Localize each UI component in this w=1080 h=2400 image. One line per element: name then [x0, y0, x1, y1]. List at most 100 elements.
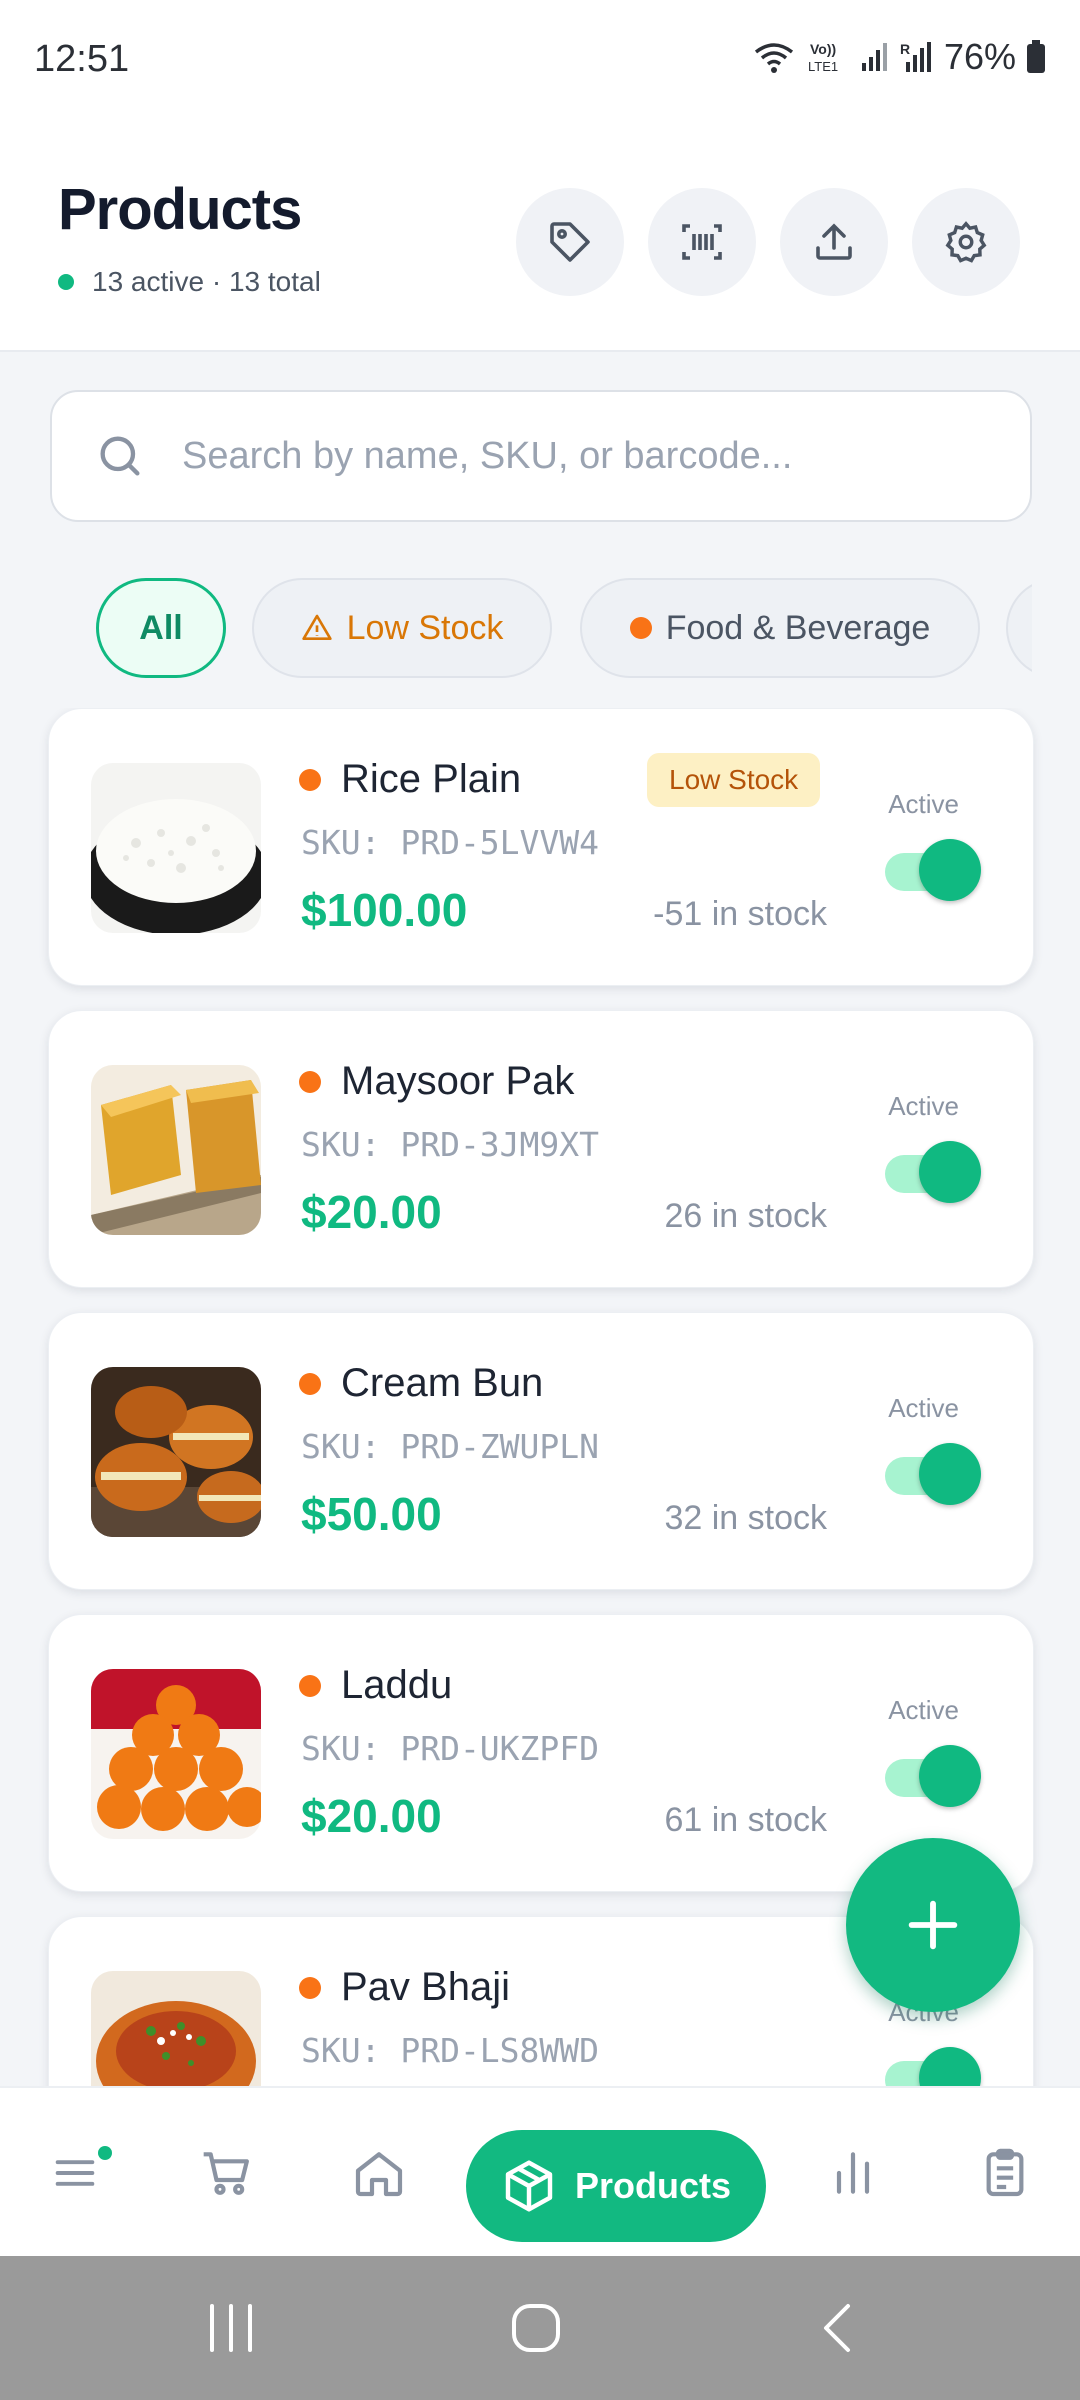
product-sku: SKU: PRD-3JM9XT [301, 1125, 600, 1164]
products-icon [505, 2160, 553, 2212]
search-icon [100, 436, 140, 476]
active-toggle[interactable] [885, 1745, 981, 1809]
product-image [91, 1065, 261, 1235]
battery-icon [1027, 40, 1045, 73]
nav-home[interactable] [334, 2128, 424, 2218]
filter-chip-label: All [139, 608, 183, 647]
category-dot [299, 1372, 321, 1395]
product-image [91, 1971, 261, 2086]
menu-icon [55, 2160, 95, 2186]
recents-icon[interactable] [204, 2298, 258, 2358]
filter-chip-label: Food & Beverage [665, 608, 931, 647]
nav-cart[interactable] [182, 2128, 272, 2218]
home-button-icon[interactable] [508, 2300, 564, 2356]
active-label: Active [888, 1695, 959, 1725]
barcode-scan-icon [682, 224, 722, 260]
product-name: Pav Bhaji [299, 1965, 510, 2010]
tags-button[interactable] [516, 188, 624, 296]
add-product-button[interactable] [846, 1838, 1020, 2012]
tag-icon [550, 222, 590, 262]
nav-products[interactable]: Products [466, 2130, 766, 2242]
search-bar[interactable]: Search by name, SKU, or barcode... [50, 390, 1032, 522]
product-sku: SKU: PRD-UKZPFD [301, 1729, 600, 1768]
product-sku: SKU: PRD-LS8WWD [301, 2031, 600, 2070]
system-nav-bar [0, 2256, 1080, 2400]
notification-dot [98, 2146, 112, 2160]
clipboard-icon [986, 2148, 1024, 2197]
active-toggle[interactable] [885, 839, 981, 903]
back-icon[interactable] [818, 2300, 858, 2356]
status-icons: Vo)) LTE1 R 76% [752, 36, 1046, 78]
product-stock: 26 in stock [664, 1197, 827, 1235]
product-name-text: Rice Plain [341, 757, 522, 801]
product-name-text: Laddu [341, 1663, 453, 1707]
analytics-icon [836, 2152, 870, 2194]
low-stock-badge: Low Stock [647, 753, 821, 807]
product-sku: SKU: PRD-ZWUPLN [301, 1427, 600, 1466]
svg-text:Vo)): Vo)) [810, 41, 836, 57]
warning-icon [301, 614, 332, 640]
bottom-nav: Products [0, 2086, 1080, 2256]
product-image [91, 1669, 261, 1839]
nav-menu[interactable] [30, 2128, 120, 2218]
filter-chip-label: Low Stock [346, 608, 504, 647]
product-card[interactable]: Cream Bun SKU: PRD-ZWUPLN $50.00 32 in s… [48, 1312, 1034, 1590]
signal-r-icon: R [900, 41, 931, 72]
product-stock: 32 in stock [664, 1499, 827, 1537]
active-toggle[interactable] [885, 1443, 981, 1507]
svg-text:R: R [900, 41, 910, 57]
active-status-dot [58, 274, 74, 290]
product-price: $20.00 [301, 1790, 442, 1842]
category-dot [299, 1976, 321, 1999]
export-button[interactable] [780, 188, 888, 296]
filter-chip-all[interactable]: All [96, 578, 226, 678]
active-label: Active [888, 1393, 959, 1423]
status-time: 12:51 [34, 38, 130, 80]
scan-barcode-button[interactable] [648, 188, 756, 296]
category-dot [299, 768, 321, 791]
home-icon [355, 2152, 403, 2197]
signal-icon [861, 43, 887, 71]
product-card[interactable]: Rice Plain Low Stock SKU: PRD-5LVVW4 $10… [48, 708, 1034, 986]
active-toggle[interactable] [885, 1141, 981, 1205]
search-input[interactable]: Search by name, SKU, or barcode... [182, 435, 792, 478]
settings-button[interactable] [912, 188, 1020, 296]
product-sku: SKU: PRD-5LVVW4 [301, 823, 600, 862]
product-name: Laddu [299, 1663, 452, 1708]
filter-chip-food-beverage[interactable]: Food & Beverage [580, 578, 980, 678]
category-dot [629, 617, 652, 639]
category-dot [299, 1070, 321, 1093]
battery-percent: 76% [943, 36, 1016, 77]
product-card[interactable]: Maysoor Pak SKU: PRD-3JM9XT $20.00 26 in… [48, 1010, 1034, 1288]
product-name: Rice Plain [299, 757, 521, 802]
nav-products-label: Products [574, 2165, 732, 2206]
filter-chips: All Low Stock Food & Beverage [50, 576, 1032, 680]
product-name-text: Maysoor Pak [341, 1059, 575, 1103]
nav-orders[interactable] [960, 2128, 1050, 2218]
product-name-text: Pav Bhaji [341, 1965, 510, 2009]
svg-text:LTE1: LTE1 [808, 59, 838, 74]
category-dot [299, 1674, 321, 1697]
filter-chip-low-stock[interactable]: Low Stock [252, 578, 552, 678]
active-label: Active [888, 1091, 959, 1121]
product-summary: 13 active · 13 total [58, 266, 321, 298]
product-image [91, 763, 261, 933]
wifi-icon [754, 43, 794, 73]
product-image [91, 1367, 261, 1537]
cart-icon [203, 2152, 249, 2195]
active-toggle[interactable] [885, 2047, 981, 2086]
page-header: Products 13 active · 13 total [0, 120, 1080, 352]
volte-icon: Vo)) LTE1 [808, 41, 838, 74]
upload-icon [816, 223, 852, 260]
page-title: Products [58, 177, 302, 242]
product-stock: -51 in stock [653, 895, 827, 933]
status-bar: 12:51 Vo)) LTE1 R 76% [0, 0, 1080, 120]
active-label: Active [888, 789, 959, 819]
settings-icon [945, 221, 987, 263]
product-name: Maysoor Pak [299, 1059, 574, 1104]
nav-analytics[interactable] [808, 2128, 898, 2218]
plus-icon [908, 1900, 958, 1950]
filter-chip-more[interactable] [1006, 578, 1032, 678]
product-count: 13 active · 13 total [92, 266, 321, 297]
product-price: $50.00 [301, 1488, 442, 1540]
